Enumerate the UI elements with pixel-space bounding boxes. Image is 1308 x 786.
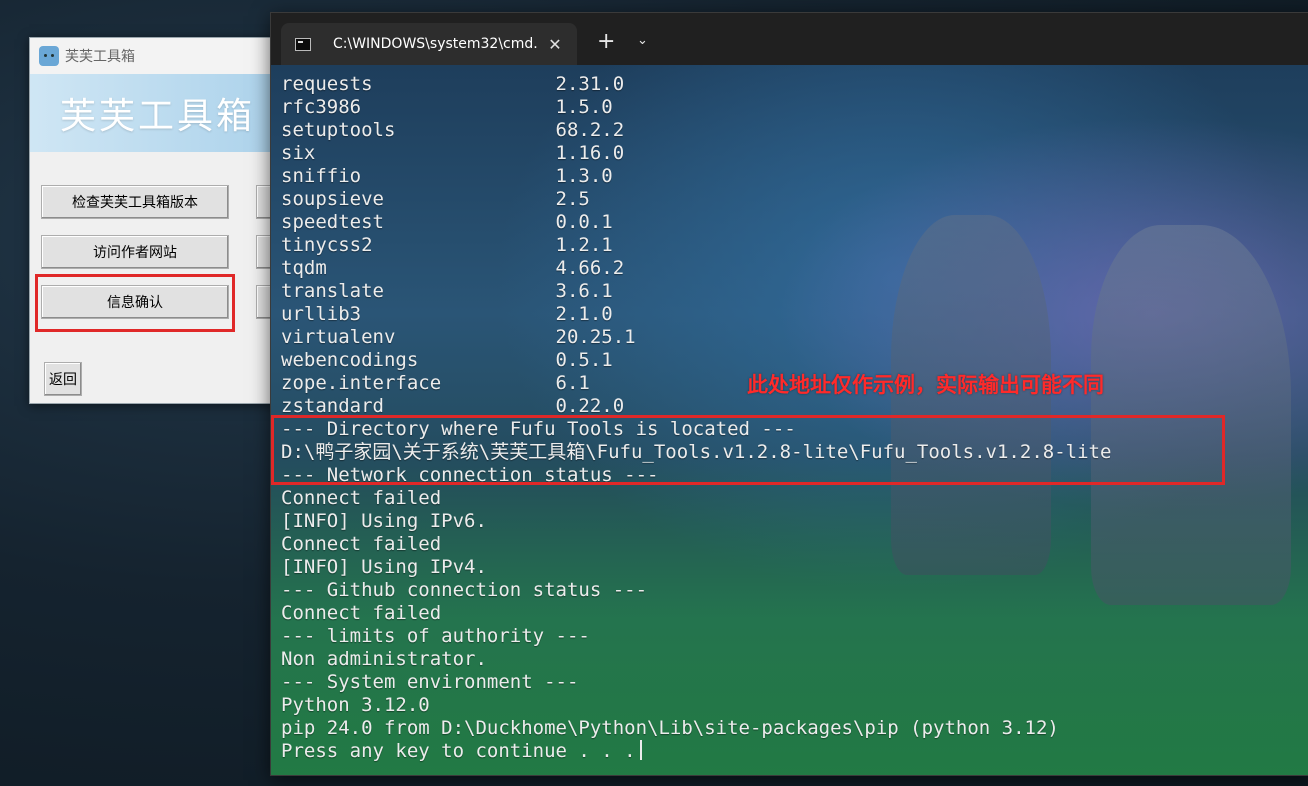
terminal-line: six 1.16.0 (281, 142, 625, 164)
window-title: 芙芙工具箱 (65, 49, 135, 65)
visit-author-site-button[interactable]: 访问作者网站 (41, 235, 229, 269)
terminal-line: tqdm 4.66.2 (281, 257, 625, 279)
terminal-line: virtualenv 20.25.1 (281, 326, 636, 348)
terminal-body[interactable]: requests 2.31.0 rfc3986 1.5.0 setuptools 6… (271, 65, 1308, 775)
tab-title: C:\WINDOWS\system32\cmd. (333, 36, 538, 52)
terminal-line: Non administrator. (281, 648, 487, 670)
terminal-line: tinycss2 1.2.1 (281, 234, 613, 256)
terminal-line: setuptools 68.2.2 (281, 119, 625, 141)
close-icon[interactable]: ✕ (541, 35, 569, 54)
annotation-note: 此处地址仅作示例，实际输出可能不同 (747, 373, 1104, 397)
terminal-line: [INFO] Using IPv6. (281, 510, 487, 532)
terminal-line: pip 24.0 from D:\Duckhome\Python\Lib\sit… (281, 717, 1059, 739)
banner-title: 芙芙工具箱 (60, 96, 256, 137)
terminal-line: [INFO] Using IPv4. (281, 556, 487, 578)
terminal-window: C:\WINDOWS\system32\cmd. ✕ + ⌄ requests … (270, 12, 1308, 776)
new-tab-icon[interactable]: + (597, 31, 615, 53)
terminal-line: soupsieve 2.5 (281, 188, 590, 210)
terminal-line: translate 3.6.1 (281, 280, 613, 302)
terminal-line: --- System environment --- (281, 671, 579, 693)
terminal-line: urllib3 2.1.0 (281, 303, 613, 325)
tab-bar: C:\WINDOWS\system32\cmd. ✕ + ⌄ (271, 13, 1308, 65)
highlight-box-info-confirm (35, 274, 235, 332)
terminal-line: --- limits of authority --- (281, 625, 590, 647)
terminal-line: Connect failed (281, 602, 442, 624)
check-version-button[interactable]: 检查芙芙工具箱版本 (41, 185, 229, 219)
terminal-line: rfc3986 1.5.0 (281, 96, 613, 118)
text-cursor (639, 740, 642, 760)
banner: 芙芙工具箱 (30, 74, 310, 152)
fufu-tools-window: 芙芙工具箱 芙芙工具箱 检查芙芙工具箱版本 访问作者网站 信息确认 返回 (29, 37, 311, 404)
highlight-box-directory (271, 415, 1225, 485)
back-button[interactable]: 返回 (44, 362, 82, 396)
terminal-line: Python 3.12.0 (281, 694, 430, 716)
chevron-down-icon[interactable]: ⌄ (637, 33, 648, 48)
tab-cmd[interactable]: C:\WINDOWS\system32\cmd. ✕ (281, 23, 577, 65)
terminal-line: sniffio 1.3.0 (281, 165, 613, 187)
terminal-line: --- Github connection status --- (281, 579, 648, 601)
terminal-line: requests 2.31.0 (281, 73, 625, 95)
terminal-prompt-line: Press any key to continue . . . (281, 740, 1111, 763)
terminal-line: Connect failed (281, 533, 442, 555)
terminal-line: speedtest 0.0.1 (281, 211, 613, 233)
app-icon (39, 46, 59, 66)
terminal-line: Connect failed (281, 487, 442, 509)
fufu-titlebar: 芙芙工具箱 (30, 38, 310, 74)
terminal-line-text: Press any key to continue . . . (281, 740, 636, 762)
cmd-icon (295, 37, 311, 51)
